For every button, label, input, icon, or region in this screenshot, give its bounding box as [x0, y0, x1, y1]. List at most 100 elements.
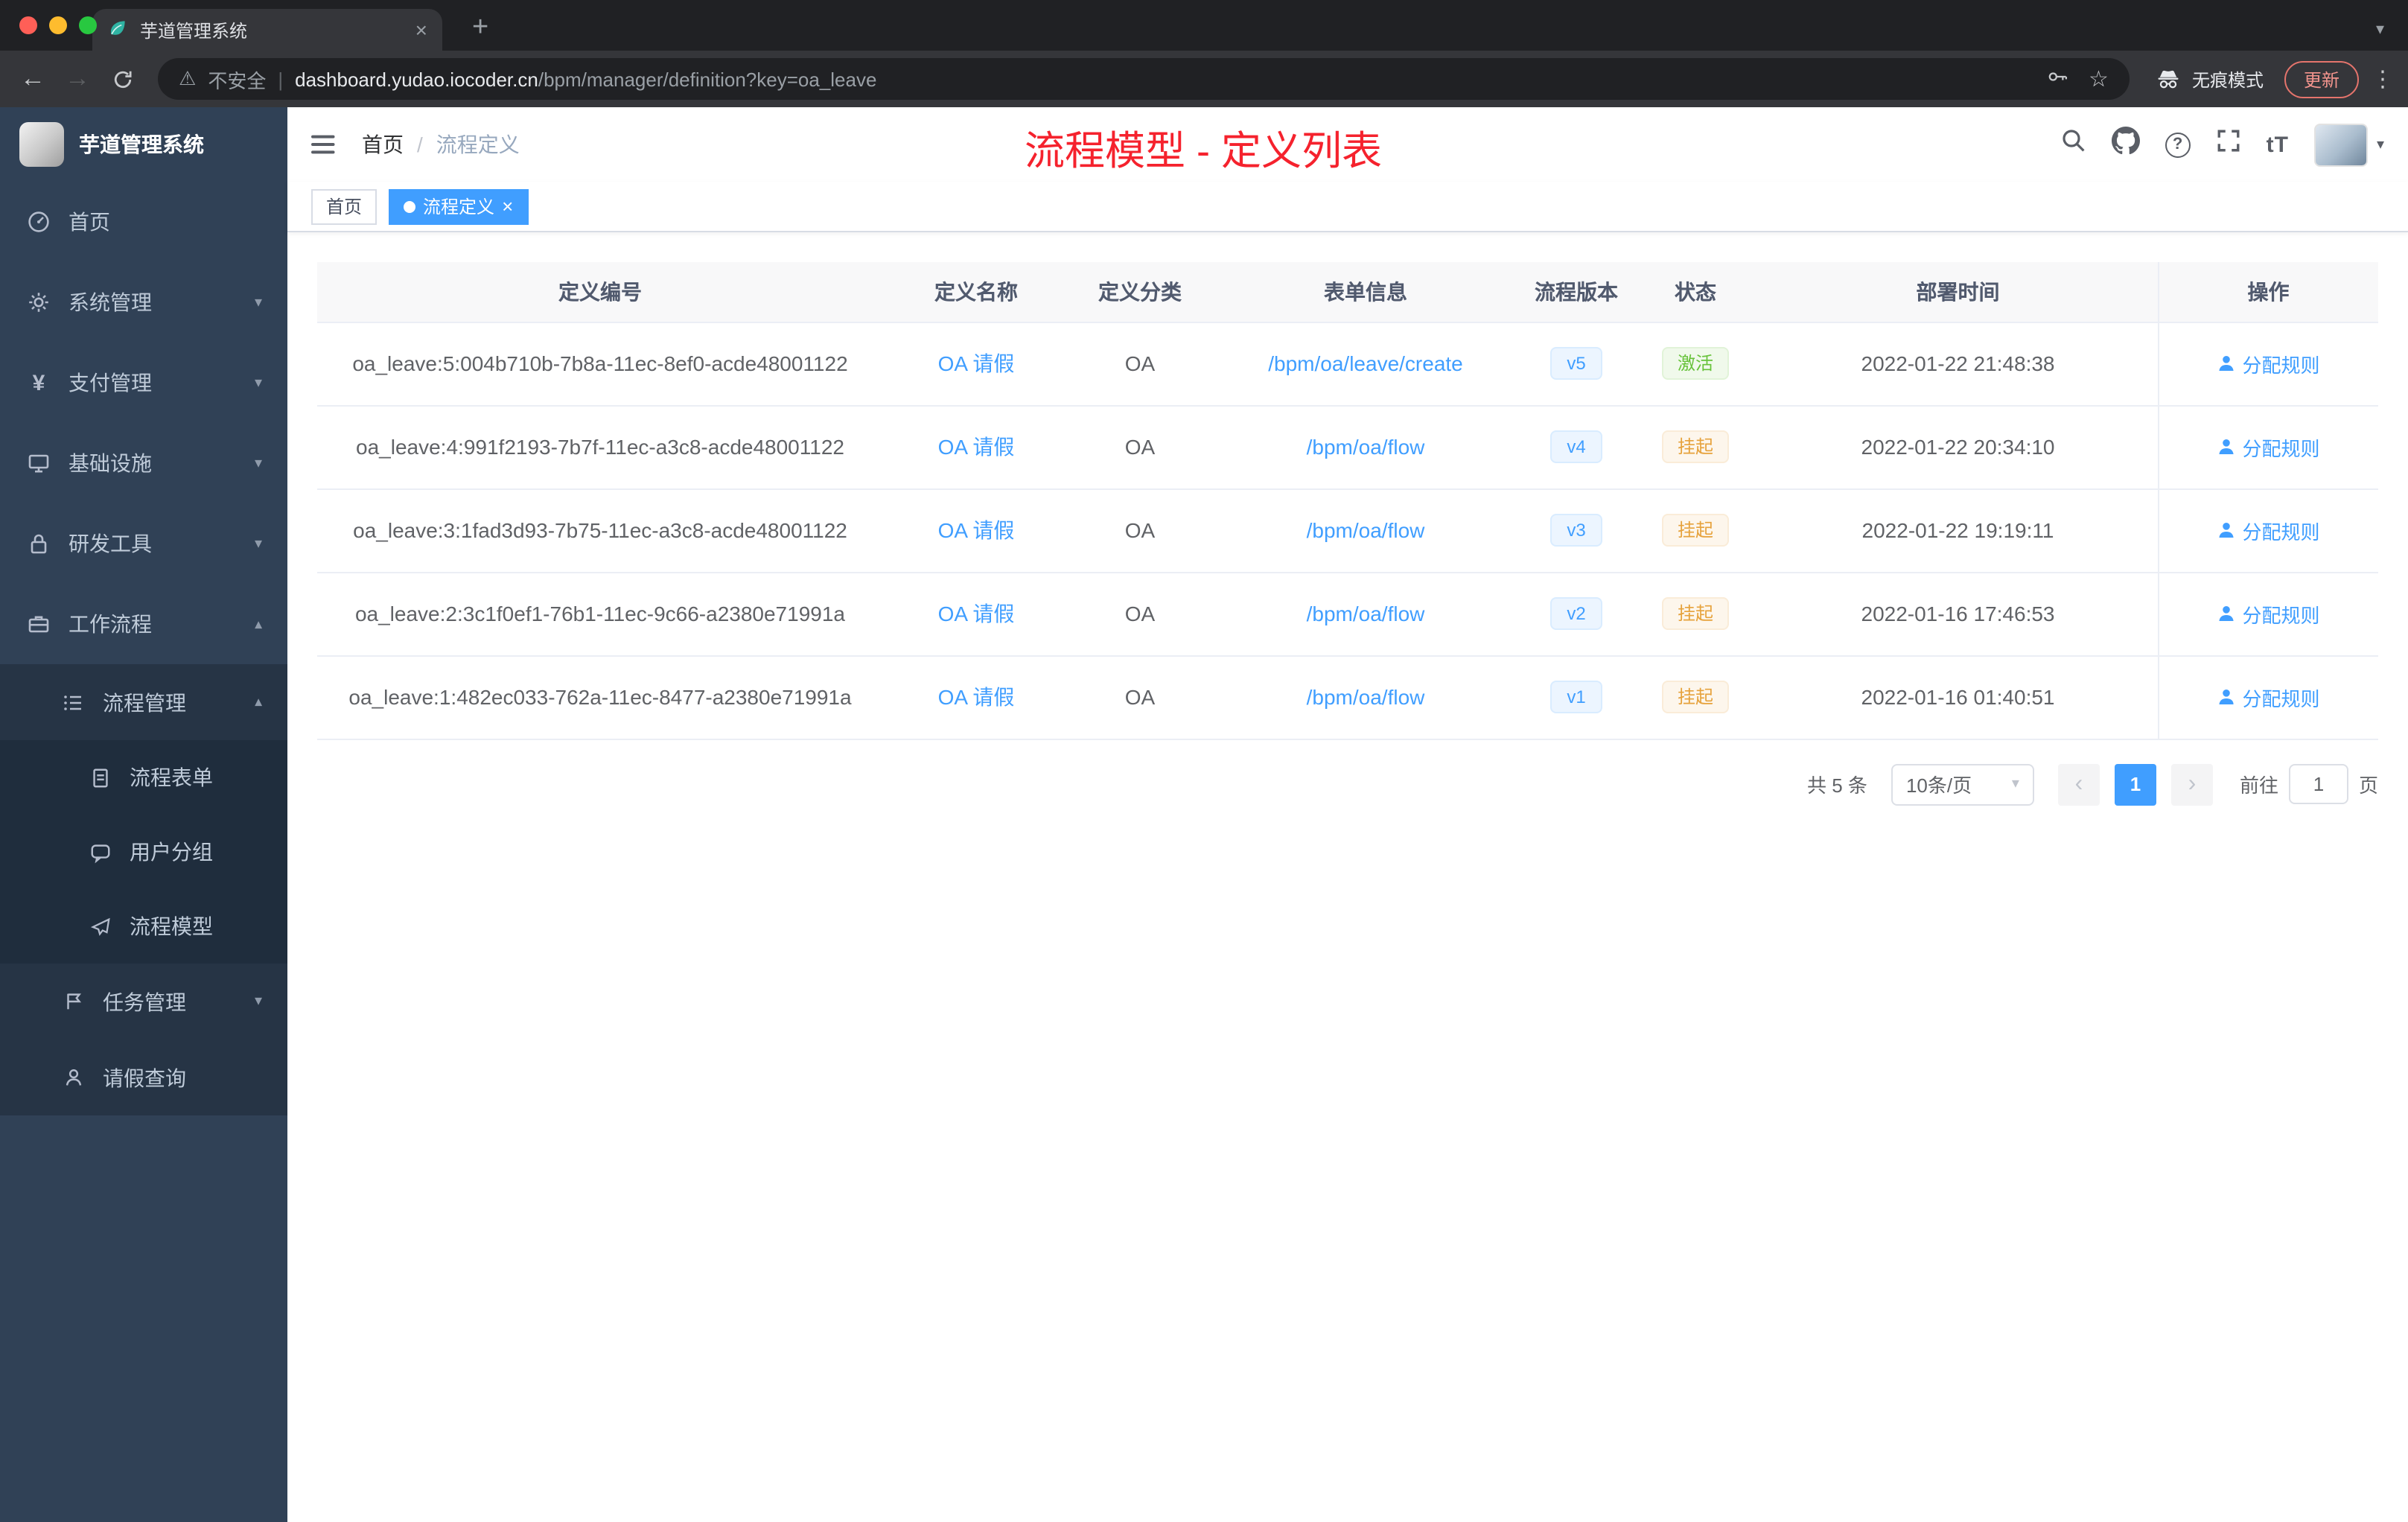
tab-search-chevron-icon[interactable]: ▾	[2376, 6, 2384, 51]
prev-page-button[interactable]: ‹	[2057, 763, 2100, 805]
form-link[interactable]: /bpm/oa/leave/create	[1268, 351, 1463, 375]
table-row: oa_leave:4:991f2193-7b7f-11ec-a3c8-acde4…	[317, 405, 2378, 489]
chevron-down-icon: ▾	[254, 535, 262, 552]
goto-label: 前往	[2239, 774, 2278, 797]
form-link[interactable]: /bpm/oa/flow	[1307, 435, 1425, 459]
page-content: 定义编号 定义名称 定义分类 表单信息 流程版本 状态 部署时间 操作 oa_l	[287, 232, 2408, 1522]
font-size-icon[interactable]: tT	[2267, 132, 2289, 157]
zoom-window-button[interactable]	[79, 16, 97, 34]
definition-name-link[interactable]: OA 请假	[938, 518, 1015, 542]
new-tab-button[interactable]: +	[460, 6, 500, 51]
definition-name-link[interactable]: OA 请假	[938, 602, 1015, 625]
status-badge: 挂起	[1662, 680, 1728, 714]
assign-rule-link[interactable]: 分配规则	[2217, 599, 2320, 628]
chevron-up-icon: ▾	[254, 694, 262, 710]
back-button[interactable]: ←	[12, 58, 54, 100]
sidebar-item-dev-tools[interactable]: 研发工具 ▾	[0, 503, 287, 584]
bookmark-star-icon[interactable]: ☆	[2089, 66, 2109, 92]
tab-title: 芋道管理系统	[140, 20, 248, 41]
hamburger-icon[interactable]	[311, 131, 338, 158]
page-url: dashboard.yudao.iocoder.cn/bpm/manager/d…	[295, 68, 877, 90]
deploy-time: 2022-01-22 19:19:11	[1861, 518, 2054, 542]
page-number-current[interactable]: 1	[2114, 763, 2156, 805]
definition-id: oa_leave:2:3c1f0ef1-76b1-11ec-9c66-a2380…	[354, 602, 845, 625]
version-badge: v3	[1550, 513, 1602, 547]
browser-menu-icon[interactable]: ⋮	[2369, 66, 2396, 92]
sidebar-logo[interactable]: 芋道管理系统	[0, 107, 287, 182]
next-page-button[interactable]: ›	[2170, 763, 2213, 805]
sidebar-item-task-management[interactable]: 任务管理 ▾	[0, 964, 287, 1039]
table-header-row: 定义编号 定义名称 定义分类 表单信息 流程版本 状态 部署时间 操作	[317, 262, 2378, 322]
definition-name-link[interactable]: OA 请假	[938, 351, 1015, 375]
security-label: 不安全	[208, 69, 267, 92]
browser-tab[interactable]: 芋道管理系统 ×	[92, 9, 442, 51]
table-row: oa_leave:1:482ec033-762a-11ec-8477-a2380…	[317, 655, 2378, 739]
page-size-select[interactable]: 10条/页 ▾	[1891, 763, 2034, 805]
col-form-info: 表单信息	[1211, 262, 1520, 322]
sidebar-item-process-form[interactable]: 流程表单	[0, 740, 287, 815]
sidebar-item-workflow[interactable]: 工作流程 ▾	[0, 584, 287, 664]
page-title: 流程模型 - 定义列表	[1025, 129, 1382, 173]
form-link[interactable]: /bpm/oa/flow	[1307, 685, 1425, 709]
browser-toolbar: ← → ⚠ 不安全 | dashboard.yudao.iocoder.cn/b…	[0, 51, 2408, 107]
definition-category: OA	[1124, 351, 1156, 375]
document-icon	[86, 766, 113, 789]
assign-rule-link[interactable]: 分配规则	[2217, 683, 2320, 711]
briefcase-icon	[25, 612, 52, 636]
address-bar[interactable]: ⚠ 不安全 | dashboard.yudao.iocoder.cn/bpm/m…	[158, 58, 2130, 100]
pagination: 共 5 条 10条/页 ▾ ‹ 1 › 前往 页	[317, 763, 2378, 805]
list-icon	[60, 690, 86, 714]
assign-rule-link[interactable]: 分配规则	[2217, 516, 2320, 544]
update-chrome-button[interactable]: 更新	[2284, 60, 2359, 98]
form-link[interactable]: /bpm/oa/flow	[1307, 518, 1425, 542]
password-key-icon[interactable]	[2044, 64, 2069, 94]
assign-rule-link[interactable]: 分配规则	[2217, 433, 2320, 461]
sidebar: 芋道管理系统 首页 系统管理 ▾ ¥ 支付管理 ▾ 基础设施 ▾ 研发工具 ▾ …	[0, 107, 287, 1522]
assign-rule-link[interactable]: 分配规则	[2217, 349, 2320, 378]
table-row: oa_leave:3:1fad3d93-7b75-11ec-a3c8-acde4…	[317, 488, 2378, 573]
person-icon	[60, 1066, 86, 1089]
definition-table: 定义编号 定义名称 定义分类 表单信息 流程版本 状态 部署时间 操作 oa_l	[317, 262, 2378, 739]
goto-page-input[interactable]	[2288, 764, 2348, 804]
github-icon[interactable]	[2111, 127, 2140, 162]
incognito-label: 无痕模式	[2191, 69, 2264, 90]
form-link[interactable]: /bpm/oa/flow	[1307, 602, 1425, 625]
sidebar-item-home[interactable]: 首页	[0, 182, 287, 262]
sidebar-item-user-group[interactable]: 用户分组	[0, 815, 287, 889]
sidebar-item-leave-query[interactable]: 请假查询	[0, 1039, 287, 1115]
tag-process-definition[interactable]: 流程定义 ×	[389, 188, 529, 224]
close-window-button[interactable]	[19, 16, 37, 34]
sidebar-item-process-model[interactable]: 流程模型	[0, 889, 287, 964]
minimize-window-button[interactable]	[49, 16, 67, 34]
yen-icon: ¥	[32, 370, 45, 395]
tags-view: 首页 流程定义 ×	[287, 182, 2408, 232]
user-caret-icon: ▾	[2376, 136, 2384, 153]
tag-close-icon[interactable]: ×	[502, 197, 513, 216]
user-menu[interactable]: ▾	[2313, 123, 2384, 166]
col-definition-category: 定义分类	[1069, 262, 1211, 322]
reload-button[interactable]	[101, 58, 143, 100]
definition-name-link[interactable]: OA 请假	[938, 685, 1015, 709]
sidebar-item-process-management[interactable]: 流程管理 ▾	[0, 664, 287, 740]
sidebar-item-infrastructure[interactable]: 基础设施 ▾	[0, 423, 287, 503]
version-badge: v2	[1550, 596, 1602, 631]
col-status: 状态	[1632, 262, 1759, 322]
definition-category: OA	[1124, 602, 1156, 625]
tab-close-icon[interactable]: ×	[415, 19, 427, 40]
sidebar-item-payment[interactable]: ¥ 支付管理 ▾	[0, 343, 287, 423]
chat-bubble-icon	[86, 841, 113, 863]
version-badge: v4	[1550, 430, 1602, 464]
help-icon[interactable]: ?	[2165, 132, 2191, 157]
fullscreen-icon[interactable]	[2216, 128, 2241, 161]
forward-button[interactable]: →	[57, 58, 98, 100]
sidebar-item-system[interactable]: 系统管理 ▾	[0, 262, 287, 343]
breadcrumb-home[interactable]: 首页	[362, 130, 404, 159]
tag-home[interactable]: 首页	[311, 188, 378, 224]
person-icon	[2218, 356, 2234, 371]
person-icon	[2218, 523, 2234, 538]
col-actions: 操作	[2157, 262, 2378, 322]
deploy-time: 2022-01-16 01:40:51	[1861, 685, 2055, 709]
search-icon[interactable]	[2061, 128, 2086, 161]
definition-name-link[interactable]: OA 请假	[938, 435, 1015, 459]
browser-window: 流程模型 - 定义列表 芋道管理系统 × + ▾ ← → ⚠ 不安全 | das…	[0, 0, 2408, 1522]
